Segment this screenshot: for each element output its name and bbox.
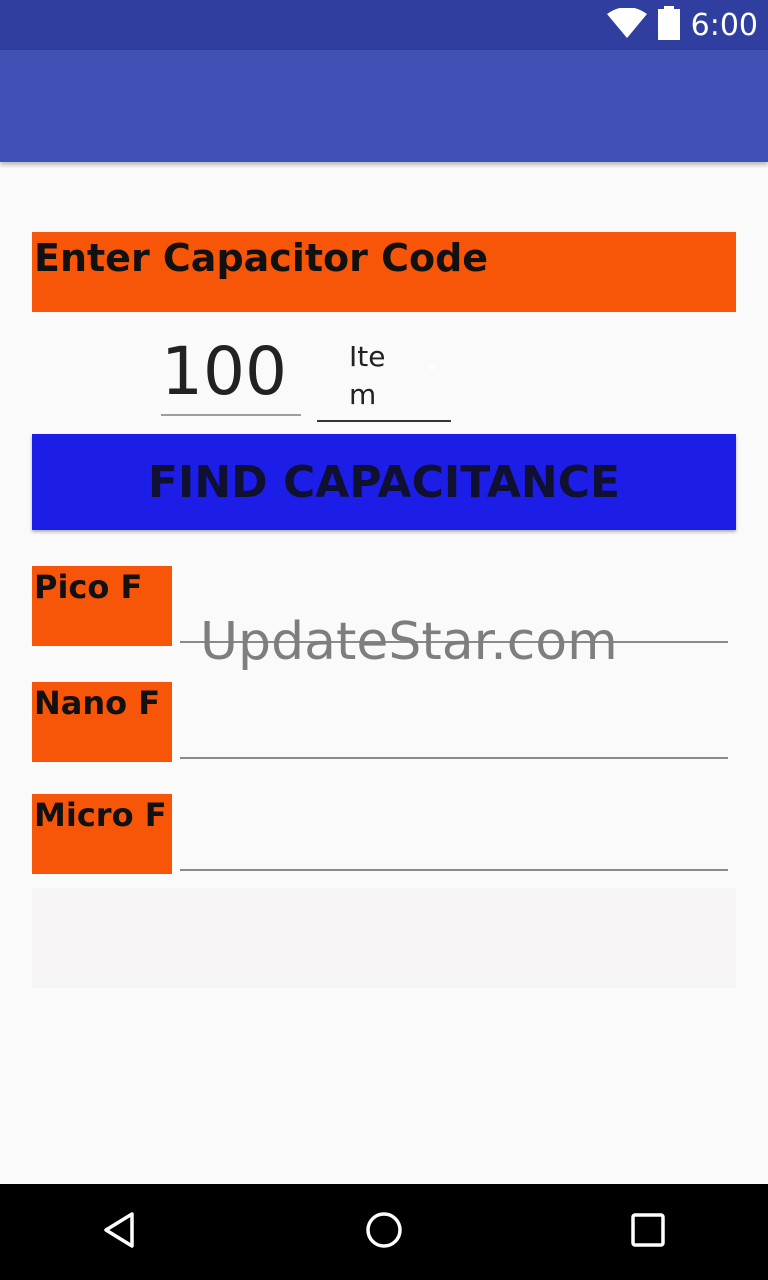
enter-code-label: Enter Capacitor Code (32, 232, 736, 312)
back-icon (100, 1210, 140, 1254)
ad-banner-area (32, 888, 736, 988)
app-bar (0, 50, 768, 162)
find-capacitance-button[interactable]: FIND CAPACITANCE (32, 434, 736, 530)
recents-button[interactable] (588, 1184, 708, 1280)
home-icon (364, 1210, 404, 1254)
spinner-selected-value: Item (349, 340, 386, 411)
home-button[interactable] (324, 1184, 444, 1280)
status-time: 6:00 (690, 7, 758, 43)
capacitor-code-input[interactable] (161, 328, 301, 416)
back-button[interactable] (60, 1184, 180, 1280)
status-bar: 6:00 (0, 0, 768, 50)
dropdown-arrow-icon (427, 364, 437, 371)
wifi-icon (606, 7, 647, 42)
pico-f-label: Pico F (32, 566, 172, 646)
micro-f-field[interactable] (180, 811, 728, 871)
recents-icon (630, 1212, 666, 1252)
nano-f-field[interactable] (180, 699, 728, 759)
item-spinner[interactable]: Item (317, 336, 451, 422)
battery-icon (657, 6, 681, 44)
navigation-bar (0, 1184, 768, 1280)
watermark-text: UpdateStar.com (200, 612, 618, 672)
micro-f-label: Micro F (32, 794, 172, 874)
status-icons: 6:00 (606, 0, 758, 50)
nano-f-label: Nano F (32, 682, 172, 762)
